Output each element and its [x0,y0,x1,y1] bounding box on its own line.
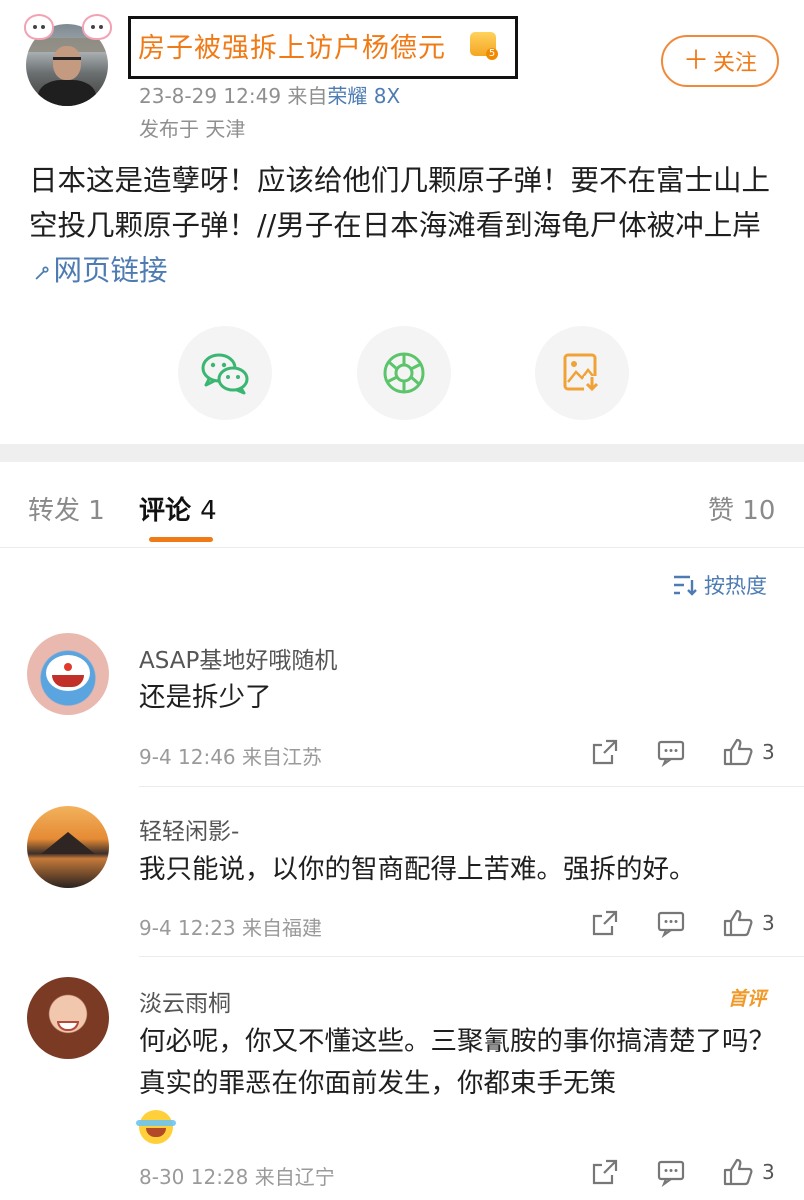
smile-shape [57,1021,79,1031]
tab-repost[interactable]: 转发 1 [28,490,105,527]
cat-sticker-icon [82,14,112,40]
sort-button[interactable]: 按热度 [672,570,767,600]
share-icon[interactable] [590,908,620,938]
cat-sticker-icon [24,14,54,40]
save-image-icon [563,353,600,392]
author-avatar[interactable] [22,14,112,106]
like-count: 3 [762,740,775,764]
doraemon-nose [64,663,72,671]
tab-like-label: 赞 [708,496,735,526]
moments-icon [383,352,425,394]
share-moments-button[interactable] [357,326,451,420]
plus-icon: ＋ [682,46,709,76]
reply-icon[interactable] [656,1157,686,1187]
comment-meta: 9-4 12:46 来自江苏 [139,745,323,769]
post-meta: 23-8-29 12:49 来自荣耀 8X [139,80,400,109]
comment-meta: 9-4 12:23 来自福建 [139,916,323,940]
tab-repost-label: 转发 [28,496,81,526]
commenter-name[interactable]: 轻轻闲影- [139,812,239,846]
share-wechat-button[interactable] [178,326,272,420]
comment-text: 我只能说，以你的智商配得上苦难。强拆的好。 [139,854,696,885]
reply-icon[interactable] [656,908,686,938]
thumbs-up-icon[interactable] [722,737,754,767]
tab-comment-count: 4 [200,496,217,526]
thumbs-up-icon[interactable] [722,1157,754,1187]
comment-text: 还是拆少了 [139,682,272,713]
follow-button[interactable]: ＋ 关注 [661,35,779,87]
tab-repost-count: 1 [88,496,105,526]
comment-actions: 3 [590,1157,780,1191]
comment-divider [139,786,804,787]
sort-icon [674,575,697,596]
comment-meta: 8-30 12:28 来自辽宁 [139,1165,335,1189]
section-divider [0,444,804,462]
comment-text-body: 何必呢，你又不懂这些。三聚氰胺的事你搞清楚了吗？真实的罪恶在你面前发生，你都束手… [139,1026,775,1099]
crying-laugh-emoji-icon [136,1109,176,1144]
follow-label: 关注 [713,51,758,76]
post-body: 日本这是造孽呀！应该给他们几颗原子弹！要不在富士山上空投几颗原子弹！//男子在日… [27,158,779,296]
tab-comment[interactable]: 评论 4 [139,490,217,527]
wechat-icon [201,353,249,395]
share-icon[interactable] [590,1157,620,1187]
author-name[interactable]: 房子被强拆上访户杨德元 [138,26,446,65]
commenter-avatar[interactable] [27,806,109,888]
commenter-avatar[interactable] [27,977,109,1059]
share-icon[interactable] [590,737,620,767]
commenter-name[interactable]: ASAP基地好哦随机 [139,641,337,675]
device-link[interactable]: 荣耀 8X [327,84,400,108]
save-image-button[interactable] [535,326,629,420]
mountain-silhouette [41,832,95,854]
comment-divider [139,956,804,957]
post-text: 日本这是造孽呀！应该给他们几颗原子弹！要不在富士山上空投几颗原子弹！//男子在日… [29,164,771,242]
commenter-name[interactable]: 淡云雨桐 [139,984,231,1018]
post-location: 发布于 天津 [139,117,246,141]
active-tab-indicator [149,537,213,542]
tab-like[interactable]: 赞 10 [708,490,775,527]
web-link[interactable]: 网页链接 [53,254,167,287]
tab-comment-label: 评论 [139,496,192,526]
reply-icon[interactable] [656,737,686,767]
first-comment-badge: 首评 [728,988,767,1010]
comment-actions: 3 [590,737,780,771]
sort-label: 按热度 [704,574,767,598]
comment-actions: 3 [590,908,780,942]
like-count: 3 [762,911,775,935]
tab-divider [0,547,804,548]
tab-like-count: 10 [742,496,776,526]
post-timestamp: 23-8-29 12:49 [139,84,282,108]
comment-text: 何必呢，你又不懂这些。三聚氰胺的事你搞清楚了吗？真实的罪恶在你面前发生，你都束手… [136,1021,779,1147]
source-prefix: 来自 [287,84,328,108]
vip-crown-icon [470,32,498,60]
commenter-avatar[interactable] [27,633,109,715]
like-count: 3 [762,1160,775,1184]
thumbs-up-icon[interactable] [722,908,754,938]
